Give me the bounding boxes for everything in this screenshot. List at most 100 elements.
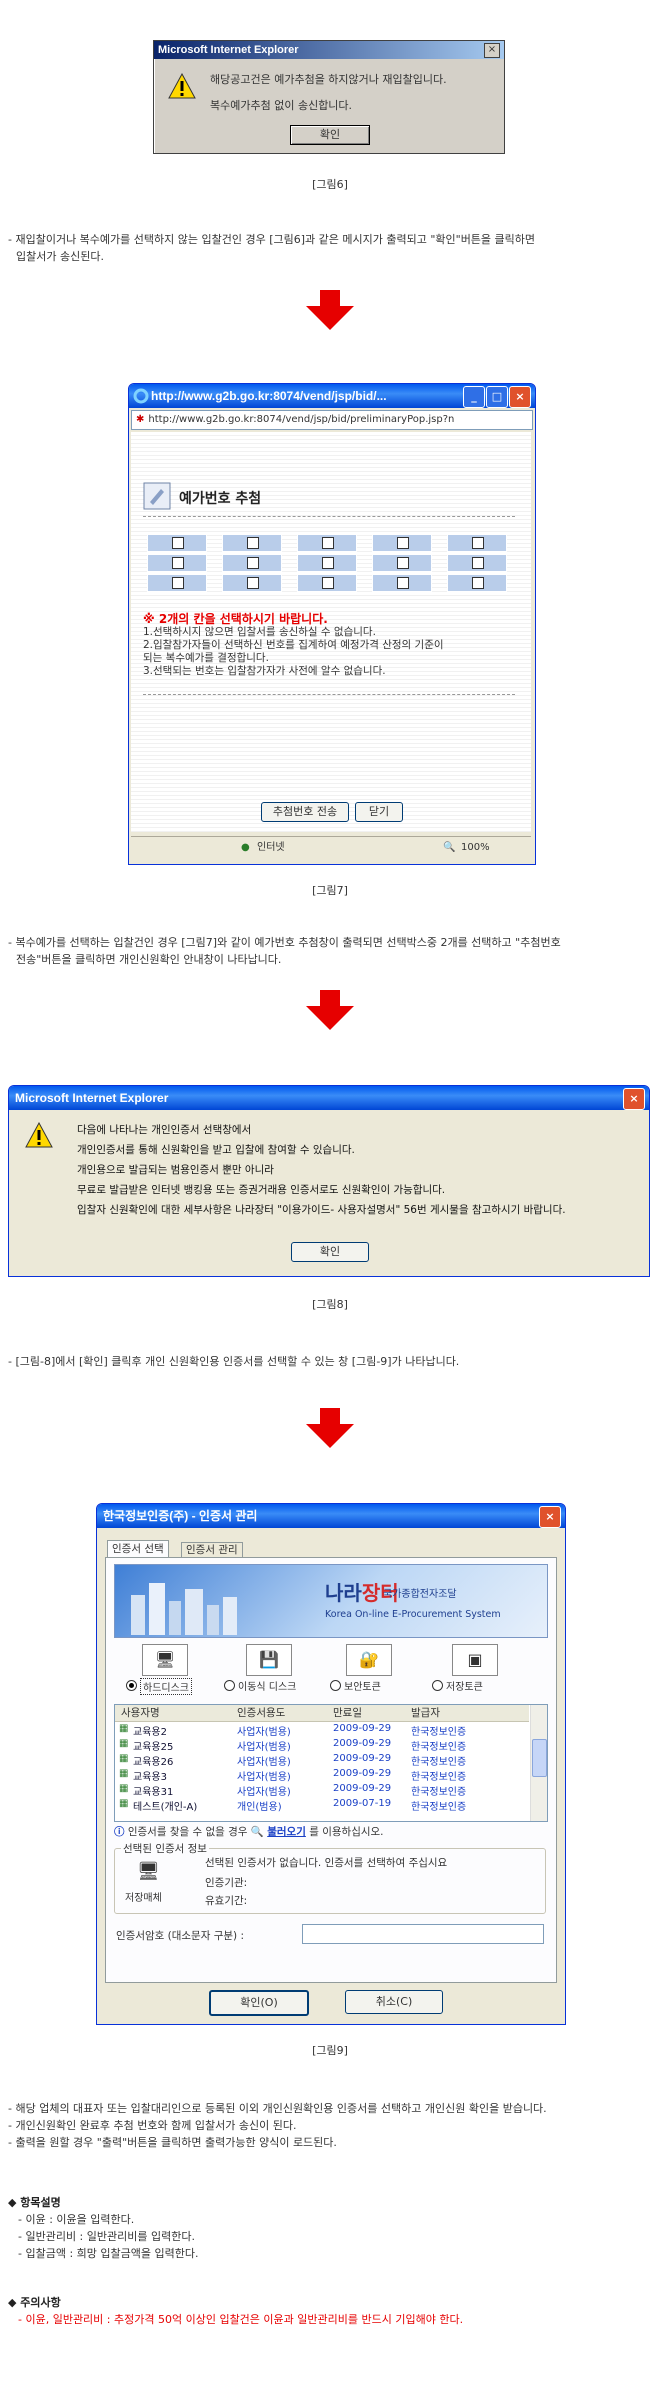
ok-button[interactable]: 확인(O) [209,1990,309,2016]
scroll-thumb[interactable] [532,1739,547,1777]
browser-popup-7: http://www.g2b.go.kr:8074/vend/jsp/bid/.… [128,383,536,865]
zoom-level[interactable]: 100% [461,837,490,859]
close-popup-button[interactable]: 닫기 [355,802,403,822]
media-option-hdd[interactable]: 🖥 하드디스크 [122,1644,212,1698]
cell-purpose: 사업자(범용) [237,1787,291,1798]
col-header-purpose[interactable]: 인증서용도 [237,1705,285,1721]
media-option-storage-token[interactable]: ▣ 저장토큰 [428,1644,528,1698]
storage-token-icon: ▣ [452,1644,498,1676]
choice-checkbox[interactable] [172,577,184,589]
city-skyline-icon [131,1583,237,1635]
cert-icon: ▦ [119,1783,129,1794]
cell-expiry: 2009-09-29 [333,1738,392,1749]
media-radio[interactable] [224,1680,235,1691]
cert-panel: 나라장터 국가종합전자조달 Korea On-line E-Procuremen… [105,1557,557,1983]
choice-checkbox[interactable] [322,577,334,589]
col-header-issuer[interactable]: 발급자 [411,1705,440,1721]
choice-checkbox[interactable] [247,537,259,549]
cell-purpose: 사업자(범용) [237,1772,291,1783]
send-number-button[interactable]: 추첨번호 전송 [261,802,349,822]
down-arrow-icon [306,290,354,330]
item-1: - 이윤 : 이윤을 입력한다. [18,2213,135,2226]
choice-checkbox[interactable] [172,557,184,569]
close-button[interactable]: × [623,1088,645,1110]
ok-button[interactable]: 확인 [290,125,370,145]
maximize-button[interactable]: □ [486,386,508,408]
dialog8-line4: 무료로 발급받은 인터넷 뱅킹용 또는 증권거래용 인증서로도 신원확인이 가능… [77,1184,446,1196]
choice-checkbox[interactable] [397,577,409,589]
media-option-security-token[interactable]: 🔐 보안토큰 [326,1644,416,1698]
dialog8-line1: 다음에 나타나는 개인인증서 선택창에서 [77,1124,252,1136]
load-link[interactable]: 불러오기 [267,1826,306,1838]
cancel-button[interactable]: 취소(C) [345,1990,443,2014]
choice-checkbox[interactable] [247,557,259,569]
item-2: - 일반관리비 : 일반관리비를 입력한다. [18,2230,195,2243]
ie-alert-dialog-8: Microsoft Internet Explorer × 다음에 나타나는 개… [8,1085,650,1277]
note-4: 3.선택되는 번호는 입찰참가자가 사전에 알수 없습니다. [143,665,386,677]
hard-disk-icon: 🖥 [142,1644,188,1676]
tab-cert-manage[interactable]: 인증서 관리 [181,1542,243,1557]
dialog-title-bar: Microsoft Internet Explorer [154,41,504,59]
close-icon[interactable]: × [484,43,500,58]
choice-checkbox[interactable] [472,557,484,569]
col-header-expiry[interactable]: 만료일 [333,1705,362,1721]
media-radio-selected[interactable] [126,1680,137,1691]
figure-caption-6: [그림6] [312,178,348,191]
list-scrollbar[interactable] [530,1705,547,1821]
note-3: 되는 복수예가를 결정합니다. [143,652,269,664]
address-text: http://www.g2b.go.kr:8074/vend/jsp/bid/p… [148,414,455,425]
table-row[interactable]: ▦ 교육용25 사업자(범용) 2009-09-29 한국정보인증 [115,1738,529,1753]
choice-checkbox[interactable] [172,537,184,549]
notes-divider [143,694,515,695]
choice-checkbox[interactable] [322,557,334,569]
number-grid [147,534,519,594]
cell-expiry: 2009-09-29 [333,1783,392,1794]
password-field[interactable] [302,1924,544,1944]
cell-expiry: 2009-09-29 [333,1723,392,1734]
minimize-button[interactable]: _ [463,386,485,408]
dialog-message-line1: 해당공고건은 예가추첨을 하지않거나 재입찰입니다. [210,73,447,86]
zoom-icon: 🔍 [443,842,456,853]
media-radio[interactable] [330,1680,341,1691]
down-arrow-icon [306,990,354,1030]
choice-checkbox[interactable] [247,577,259,589]
pen-icon [143,482,171,510]
items-heading: ◆ 항목설명 [8,2196,61,2209]
tab-cert-select[interactable]: 인증서 선택 [107,1540,169,1557]
cell-expiry: 2009-07-19 [333,1798,392,1809]
table-row[interactable]: ▦ 교육용31 사업자(범용) 2009-09-29 한국정보인증 [115,1783,529,1798]
dialog8-message: 다음에 나타나는 개인인증서 선택창에서 개인인증서를 통해 신원확인을 받고 … [77,1120,637,1220]
page-icon: ✱ [136,414,145,425]
col-header-user[interactable]: 사용자명 [121,1705,160,1721]
table-row[interactable]: ▦ 교육용2 사업자(범용) 2009-09-29 한국정보인증 [115,1723,529,1738]
storage-media-icon: 🖥 [137,1861,160,1882]
choice-checkbox[interactable] [397,557,409,569]
cell-issuer: 한국정보인증 [411,1802,467,1813]
dialog8-line5: 입찰자 신원확인에 대한 세부사항은 나라장터 "이용가이드- 사용자설명서" … [77,1204,566,1216]
ok-button[interactable]: 확인 [291,1242,369,1262]
close-button[interactable]: × [509,386,531,408]
media-radio[interactable] [432,1680,443,1691]
password-label: 인증서암호 (대소문자 구분) : [116,1930,245,1942]
choice-checkbox[interactable] [397,537,409,549]
choice-checkbox[interactable] [472,577,484,589]
cell-purpose: 사업자(범용) [237,1742,291,1753]
figure-caption-9: [그림9] [312,2044,348,2057]
cell-expiry: 2009-09-29 [333,1753,392,1764]
dialog8-title: Microsoft Internet Explorer [15,1091,169,1105]
table-row[interactable]: ▦ 교육용26 사업자(범용) 2009-09-29 한국정보인증 [115,1753,529,1768]
table-row[interactable]: ▦ 테스트(개인-A) 개인(범용) 2009-07-19 한국정보인증 [115,1798,529,1813]
cert-title-bar: 한국정보인증(주) - 인증서 관리 [97,1504,565,1528]
cell-user: 교육용3 [133,1772,167,1783]
choice-checkbox[interactable] [322,537,334,549]
info-media-label: 저장매체 [125,1893,162,1904]
media-option-removable[interactable]: 💾 이동식 디스크 [220,1644,316,1698]
address-bar[interactable]: ✱ http://www.g2b.go.kr:8074/vend/jsp/bid/… [131,410,533,430]
table-row[interactable]: ▦ 교육용3 사업자(범용) 2009-09-29 한국정보인증 [115,1768,529,1783]
dialog8-title-bar: Microsoft Internet Explorer [9,1086,649,1110]
popup-heading: 예가번호 추첨 [179,491,262,507]
cell-purpose: 개인(범용) [237,1802,282,1813]
choice-checkbox[interactable] [472,537,484,549]
find-text-1: 인증서를 찾을 수 없을 경우 [127,1826,248,1838]
close-button[interactable]: × [539,1506,561,1528]
